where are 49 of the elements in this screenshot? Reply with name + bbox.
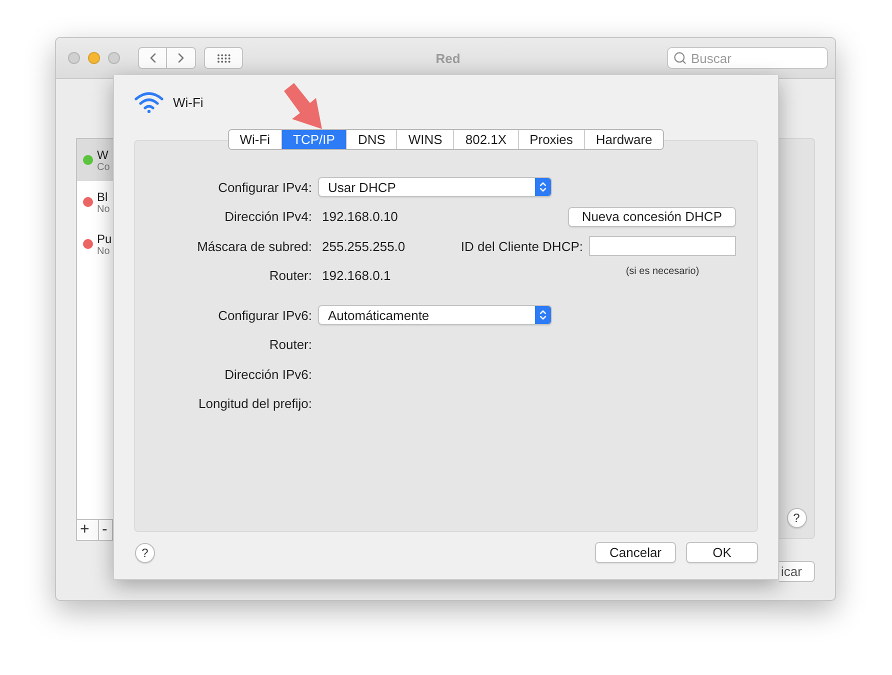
field-label: Máscara de subred:: [196, 238, 312, 254]
back-button[interactable]: [138, 47, 167, 69]
tab[interactable]: Hardware: [584, 130, 664, 149]
tab[interactable]: TCP/IP: [281, 130, 346, 149]
field-label: Router:: [268, 337, 312, 352]
field-label: Router:: [268, 268, 312, 283]
config-popup[interactable]: Usar DHCP: [318, 177, 552, 197]
service-name: Bl: [97, 190, 108, 204]
sheet-title: Wi-Fi: [173, 94, 204, 110]
field-value: 192.168.0.1: [322, 268, 391, 283]
service-status: No: [97, 246, 110, 256]
remove-button[interactable]: -: [99, 520, 113, 540]
window-title: Red: [436, 50, 460, 66]
add-button[interactable]: +: [77, 520, 99, 540]
field-value: 255.255.255.0: [322, 238, 406, 254]
ok-button[interactable]: OK: [686, 542, 758, 563]
search-icon: [673, 51, 687, 65]
field-label: Dirección IPv6:: [224, 366, 312, 382]
field-label: Dirección IPv4:: [224, 209, 312, 224]
help-button[interactable]: ?: [135, 542, 155, 562]
renew-lease-button[interactable]: Nueva concesión DHCP: [568, 206, 736, 226]
client-id-field[interactable]: [589, 236, 736, 256]
forward-button[interactable]: [167, 47, 196, 69]
help-button[interactable]: ?: [786, 508, 806, 528]
service-item[interactable]: W Co: [77, 139, 114, 181]
minimize-button[interactable]: [88, 52, 100, 64]
service-item[interactable]: Bl No: [77, 181, 114, 223]
field-label: Configurar IPv4:: [217, 180, 312, 194]
field-value: 192.168.0.10: [322, 209, 398, 224]
close-button[interactable]: [68, 52, 80, 64]
service-item[interactable]: Pu No: [77, 223, 114, 265]
service-status: Co: [97, 162, 110, 172]
wifi-icon: [134, 91, 164, 113]
service-status: No: [97, 204, 110, 214]
grid-icon: [216, 54, 230, 62]
stepper-icon: [535, 306, 551, 324]
config-popup[interactable]: Automáticamente: [318, 305, 552, 325]
service-name: Pu: [97, 232, 112, 246]
service-name: W: [97, 148, 108, 162]
zoom-button[interactable]: [108, 52, 120, 64]
stepper-icon: [535, 178, 551, 196]
hint-text: (si es necesario): [624, 266, 700, 276]
search-field[interactable]: Buscar: [667, 47, 828, 69]
field-label: Configurar IPv6:: [217, 308, 312, 322]
cancel-button[interactable]: Cancelar: [595, 542, 676, 563]
field-label: Longitud del prefijo:: [198, 396, 312, 411]
field-label: ID del Cliente DHCP:: [460, 238, 583, 254]
show-all-button[interactable]: [204, 47, 243, 69]
apply-button[interactable]: icar: [779, 561, 815, 582]
